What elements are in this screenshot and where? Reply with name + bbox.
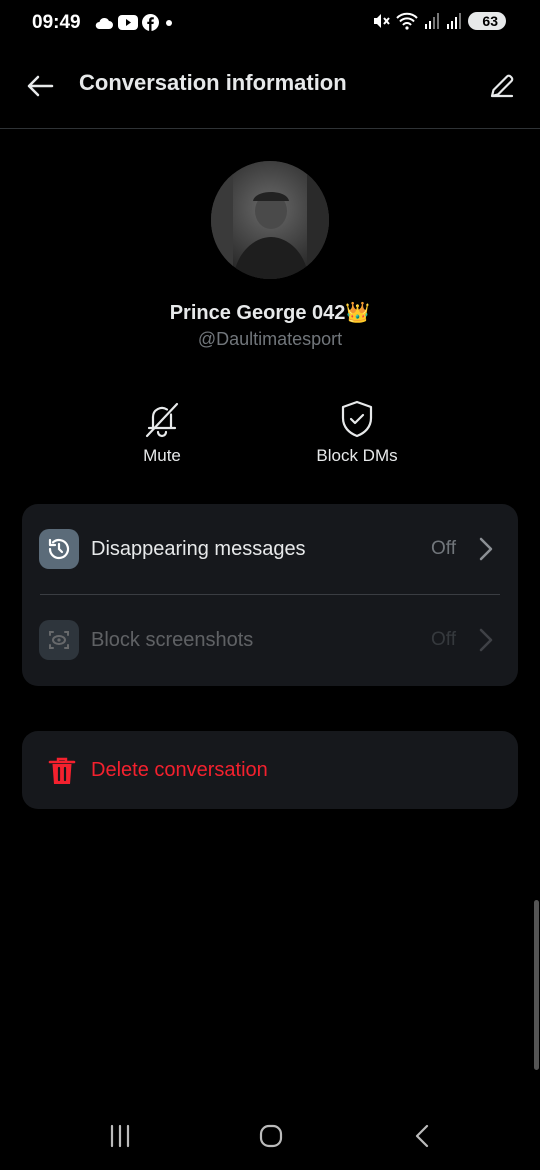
- recents-button[interactable]: [100, 1120, 140, 1152]
- system-navigation-bar: [0, 1100, 540, 1170]
- edit-button[interactable]: [482, 66, 522, 106]
- screenshot-eye-icon: [39, 620, 79, 660]
- block-dms-button[interactable]: Block DMs: [296, 398, 418, 466]
- timer-history-icon: [39, 529, 79, 569]
- setting-label: Disappearing messages: [91, 537, 306, 560]
- mute-button[interactable]: Mute: [122, 398, 202, 466]
- nav-back-button[interactable]: [402, 1120, 442, 1152]
- settings-card: Disappearing messages Off Block screensh…: [22, 504, 518, 686]
- block-dms-label: Block DMs: [316, 446, 398, 465]
- chevron-right-icon: [476, 626, 496, 654]
- signal-icon: [425, 13, 440, 29]
- home-icon: [259, 1124, 283, 1148]
- setting-value: Off: [431, 629, 456, 650]
- cloud-icon: [95, 17, 113, 29]
- pencil-icon: [490, 74, 514, 98]
- scrollbar[interactable]: [534, 900, 539, 1070]
- mute-label: Mute: [143, 446, 181, 465]
- recents-icon: [110, 1124, 130, 1148]
- youtube-icon: [118, 15, 138, 30]
- shield-check-icon: [341, 400, 373, 438]
- facebook-icon: [142, 14, 159, 31]
- status-notification-icons: [94, 14, 175, 31]
- dot-icon: [166, 19, 172, 26]
- battery-indicator: 63: [468, 12, 506, 30]
- avatar[interactable]: [211, 161, 329, 279]
- chevron-right-icon: [476, 535, 496, 563]
- home-button[interactable]: [251, 1120, 291, 1152]
- setting-disappearing-messages[interactable]: Disappearing messages Off: [22, 504, 518, 594]
- status-time: 09:49: [32, 12, 81, 33]
- bell-off-icon: [145, 402, 179, 438]
- display-name: Prince George 042👑: [169, 302, 371, 324]
- back-icon: [415, 1124, 429, 1148]
- wifi-icon: [396, 12, 419, 30]
- status-bar: 09:49 63: [0, 0, 540, 48]
- delete-conversation-label: Delete conversation: [91, 759, 268, 781]
- trash-icon: [48, 757, 76, 784]
- arrow-left-icon: [27, 75, 54, 97]
- signal-icon: [447, 13, 462, 29]
- status-system-icons: 63: [372, 12, 506, 30]
- delete-conversation-button[interactable]: Delete conversation: [22, 731, 518, 809]
- mute-icon: [374, 14, 391, 28]
- setting-label: Block screenshots: [91, 628, 254, 651]
- page-title: Conversation information: [79, 70, 347, 95]
- setting-block-screenshots: Block screenshots Off: [22, 595, 518, 685]
- avatar-image: [211, 161, 329, 279]
- header: Conversation information: [0, 48, 540, 129]
- back-button[interactable]: [22, 68, 58, 104]
- user-handle: @Daultimatesport: [197, 329, 343, 349]
- setting-value: Off: [431, 538, 456, 559]
